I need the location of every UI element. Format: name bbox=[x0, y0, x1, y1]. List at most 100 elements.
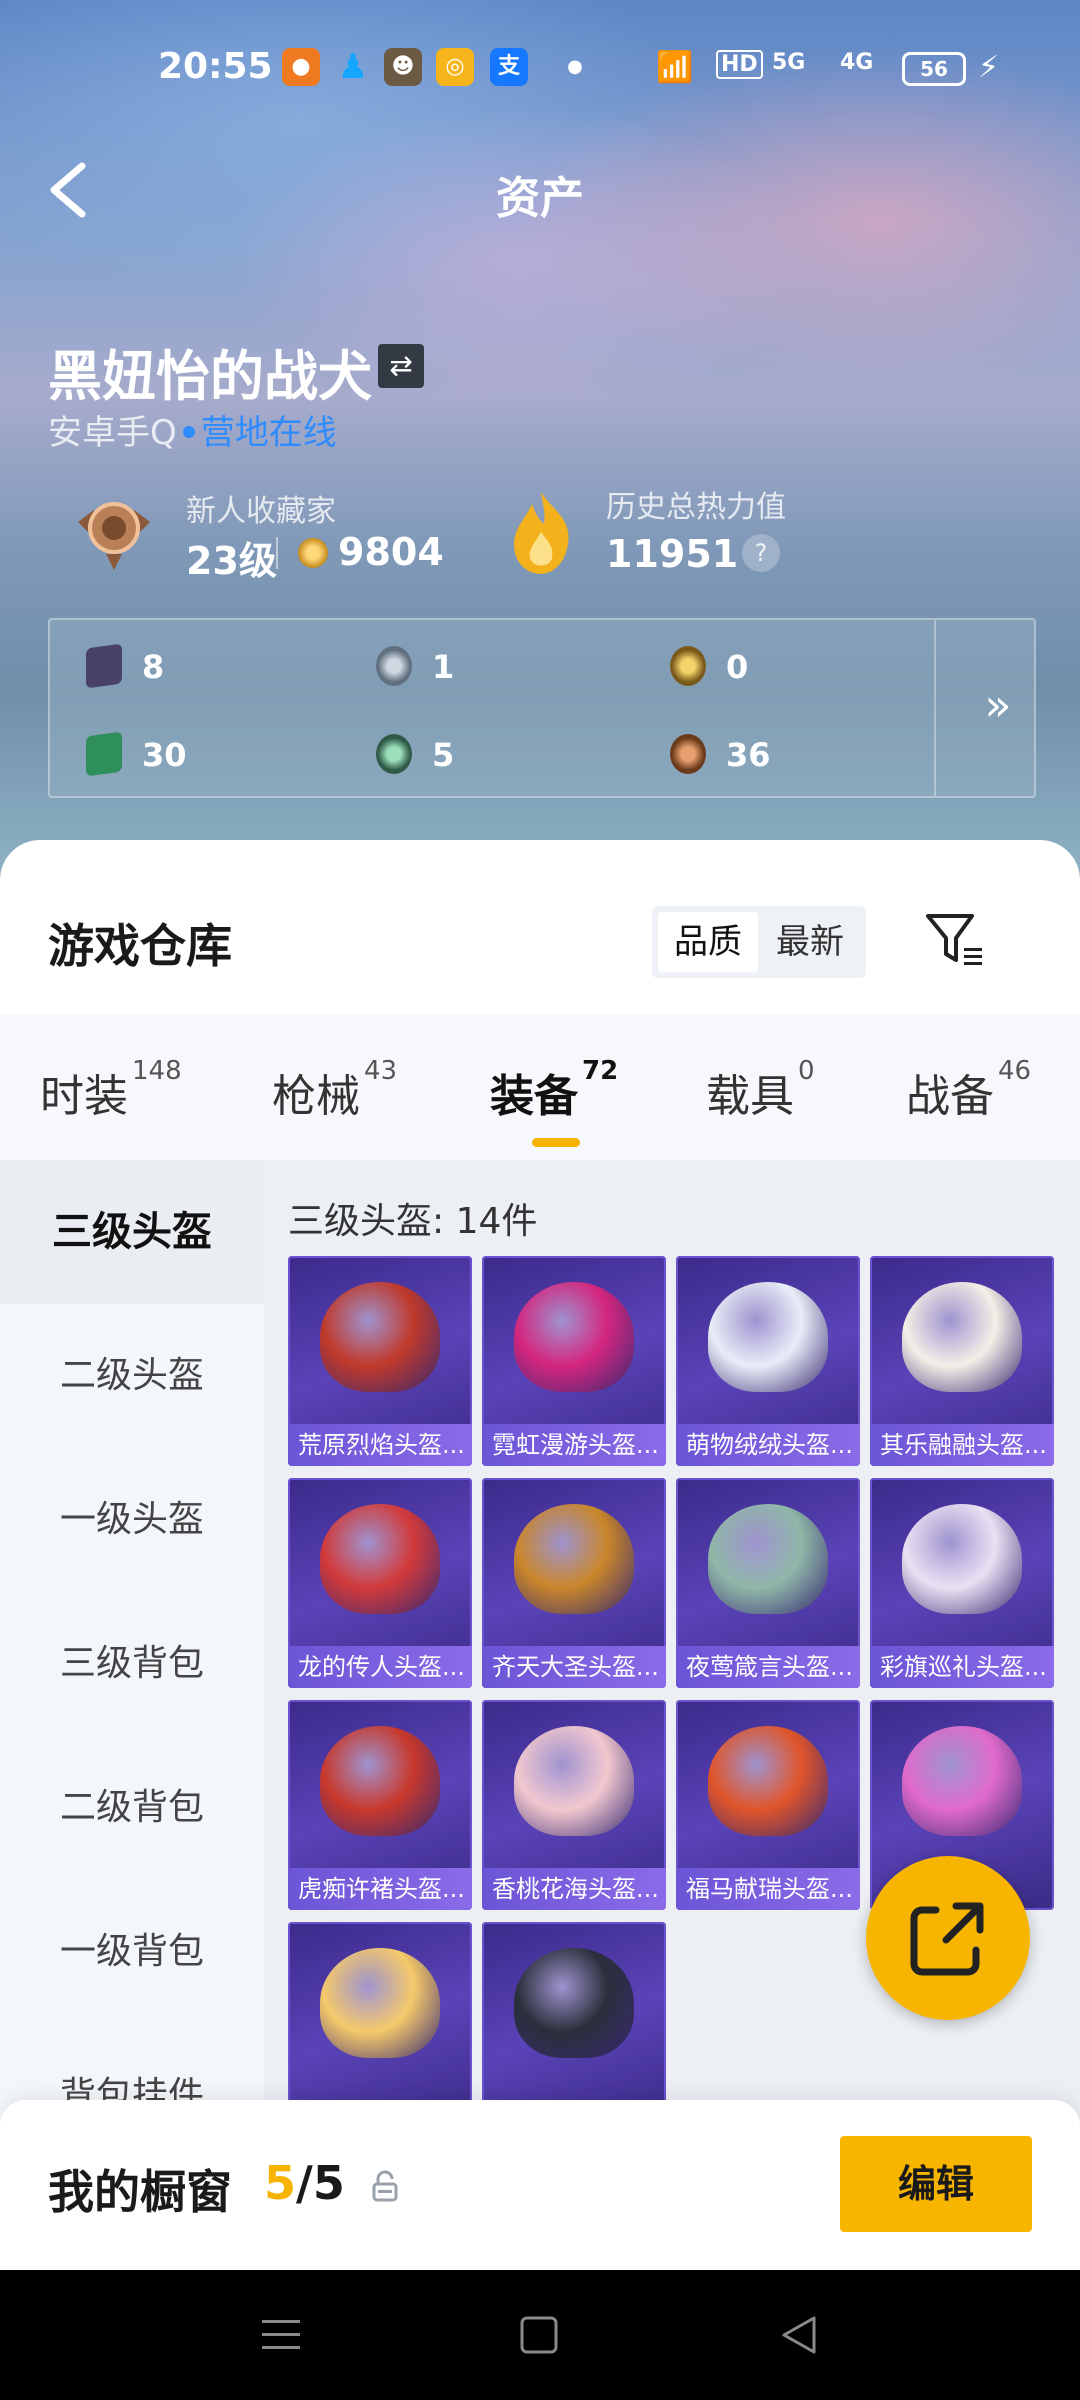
helmet-image bbox=[902, 1504, 1022, 1614]
grid-title: 三级头盔: 14件 bbox=[288, 1201, 538, 1242]
item-label: 龙的传人头盔... bbox=[288, 1646, 472, 1688]
coin-bronze-icon bbox=[670, 734, 706, 774]
rank-title: 新人收藏家 bbox=[186, 494, 336, 529]
helmet-image bbox=[320, 1504, 440, 1614]
item-card[interactable]: 彩旗巡礼头盔... bbox=[870, 1478, 1054, 1688]
qq-notification-icon: ♟ bbox=[337, 47, 369, 87]
status-bar: 20:55 ● ♟ ☻ ◎ 支 ● 📶 HD 5G 4G 56 ⚡ bbox=[0, 38, 1080, 98]
rank-level: 23级 bbox=[186, 539, 277, 583]
page-title: 资产 bbox=[496, 173, 584, 224]
helmet-image bbox=[514, 1948, 634, 2058]
asset-summary[interactable]: 8 1 0 30 5 36 » bbox=[48, 618, 1036, 798]
helmet-image bbox=[708, 1726, 828, 1836]
sort-quality[interactable]: 品质 bbox=[658, 912, 758, 972]
item-label: 荒原烈焰头盔... bbox=[288, 1424, 472, 1466]
coin-silver-icon bbox=[376, 646, 412, 686]
tab-weapons[interactable]: 枪械 43 bbox=[272, 1056, 397, 1124]
coin-gold-icon bbox=[670, 646, 706, 686]
camp-notification-icon: ◎ bbox=[436, 48, 474, 86]
5g-signal-icon: 5G bbox=[772, 50, 806, 75]
system-navigation-bar bbox=[0, 2270, 1080, 2400]
item-card[interactable]: 荒原烈焰头盔... bbox=[288, 1256, 472, 1466]
online-dot bbox=[182, 425, 195, 438]
platform-status: 安卓手Q 营地在线 bbox=[48, 405, 337, 454]
card-purple-icon bbox=[86, 643, 122, 689]
home-icon[interactable] bbox=[516, 2312, 562, 2358]
platform-label: 安卓手Q bbox=[48, 413, 177, 453]
item-label: 霓虹漫游头盔... bbox=[482, 1424, 666, 1466]
item-card[interactable]: 虎痴许褚头盔... bbox=[288, 1700, 472, 1910]
double-chevron-right-icon[interactable]: » bbox=[968, 676, 1028, 736]
item-grid-area: 三级头盔: 14件 荒原烈焰头盔... 霓虹漫游头盔... 萌物绒绒头盔... 其乐融… bbox=[264, 1160, 1080, 2260]
sidebar-item-level1-helmet[interactable]: 一级头盔 bbox=[0, 1448, 264, 1592]
battery-icon: 56 bbox=[902, 52, 966, 86]
item-card[interactable]: 龙的传人头盔... bbox=[288, 1478, 472, 1688]
item-label: 其乐融融头盔... bbox=[870, 1424, 1054, 1466]
sidebar-item-level2-backpack[interactable]: 二级背包 bbox=[0, 1736, 264, 1880]
wifi-icon: 📶 bbox=[656, 50, 694, 85]
app-notification-icon: ● bbox=[282, 48, 320, 86]
tab-vehicles[interactable]: 载具 0 bbox=[706, 1056, 815, 1124]
helmet-image bbox=[708, 1282, 828, 1392]
showcase-title: 我的橱窗 bbox=[48, 2165, 232, 2219]
category-tabs: 时装 148 枪械 43 装备 72 载具 0 战备 46 bbox=[0, 1014, 1080, 1160]
sidebar-item-level3-backpack[interactable]: 三级背包 bbox=[0, 1592, 264, 1736]
online-status: 营地在线 bbox=[200, 413, 337, 453]
item-card[interactable]: 霓虹漫游头盔... bbox=[482, 1256, 666, 1466]
item-card[interactable]: 福马献瑞头盔... bbox=[676, 1700, 860, 1910]
item-label: 虎痴许褚头盔... bbox=[288, 1868, 472, 1910]
helmet-image bbox=[514, 1282, 634, 1392]
helmet-image bbox=[320, 1282, 440, 1392]
helmet-image bbox=[320, 1948, 440, 2058]
rank-separator bbox=[276, 537, 278, 569]
warehouse-panel: 游戏仓库 品质 最新 时装 148 枪械 43 装备 72 载具 0 战备 46 三级头盔… bbox=[0, 840, 1080, 2270]
rank-points: 9804 bbox=[338, 530, 444, 574]
flame-icon bbox=[514, 492, 569, 574]
showcase-bar: 我的橱窗 5/5 编辑 bbox=[0, 2100, 1080, 2270]
tab-equipment[interactable]: 装备 72 bbox=[490, 1056, 618, 1124]
tab-supplies[interactable]: 战备 46 bbox=[906, 1056, 1031, 1124]
sort-newest[interactable]: 最新 bbox=[760, 912, 860, 972]
heat-title: 历史总热力值 bbox=[606, 490, 786, 525]
item-card[interactable]: 其乐融融头盔... bbox=[870, 1256, 1054, 1466]
alipay-notification-icon: 支 bbox=[490, 48, 528, 86]
back-icon[interactable] bbox=[776, 2312, 822, 2358]
share-button[interactable] bbox=[866, 1856, 1030, 2020]
active-tab-indicator bbox=[532, 1138, 580, 1147]
edit-button[interactable]: 编辑 bbox=[840, 2136, 1032, 2232]
sidebar-item-level2-helmet[interactable]: 二级头盔 bbox=[0, 1304, 264, 1448]
item-card[interactable]: 萌物绒绒头盔... bbox=[676, 1256, 860, 1466]
filter-icon[interactable] bbox=[924, 910, 984, 970]
heat-value: 11951 bbox=[606, 532, 739, 576]
item-label: 福马献瑞头盔... bbox=[676, 1868, 860, 1910]
status-time: 20:55 bbox=[158, 46, 273, 87]
item-label: 彩旗巡礼头盔... bbox=[870, 1646, 1054, 1688]
item-card[interactable]: 香桃花海头盔... bbox=[482, 1700, 666, 1910]
item-card[interactable]: 齐天大圣头盔... bbox=[482, 1478, 666, 1688]
share-icon bbox=[910, 1902, 984, 1976]
item-label: 夜莺箴言头盔... bbox=[676, 1646, 860, 1688]
lock-icon bbox=[372, 2170, 398, 2202]
help-icon[interactable]: ? bbox=[742, 534, 780, 572]
helmet-image bbox=[514, 1726, 634, 1836]
rank-badge-icon[interactable] bbox=[72, 488, 156, 572]
sort-toggle[interactable]: 品质 最新 bbox=[652, 906, 866, 978]
username: 黑妞怡的战犬 bbox=[48, 345, 372, 408]
helmet-image bbox=[902, 1282, 1022, 1392]
menu-icon[interactable] bbox=[258, 2312, 304, 2358]
showcase-count: 5/5 bbox=[264, 2156, 345, 2210]
item-card[interactable]: 夜莺箴言头盔... bbox=[676, 1478, 860, 1688]
warehouse-title: 游戏仓库 bbox=[48, 919, 232, 973]
game-notification-icon: ☻ bbox=[384, 48, 422, 86]
subcategory-sidebar: 三级头盔 二级头盔 一级头盔 三级背包 二级背包 一级背包 背包挂件 bbox=[0, 1160, 264, 2260]
switch-account-icon[interactable]: ⇄ bbox=[378, 344, 424, 388]
tab-fashion[interactable]: 时装 148 bbox=[40, 1056, 182, 1124]
item-label: 萌物绒绒头盔... bbox=[676, 1424, 860, 1466]
helmet-image bbox=[514, 1504, 634, 1614]
sidebar-item-level3-helmet[interactable]: 三级头盔 bbox=[0, 1160, 264, 1304]
orb-green-icon bbox=[376, 734, 412, 774]
hd-icon: HD bbox=[716, 50, 763, 79]
4g-signal-icon: 4G bbox=[840, 50, 874, 75]
asset-divider bbox=[934, 620, 936, 796]
sidebar-item-level1-backpack[interactable]: 一级背包 bbox=[0, 1880, 264, 2024]
